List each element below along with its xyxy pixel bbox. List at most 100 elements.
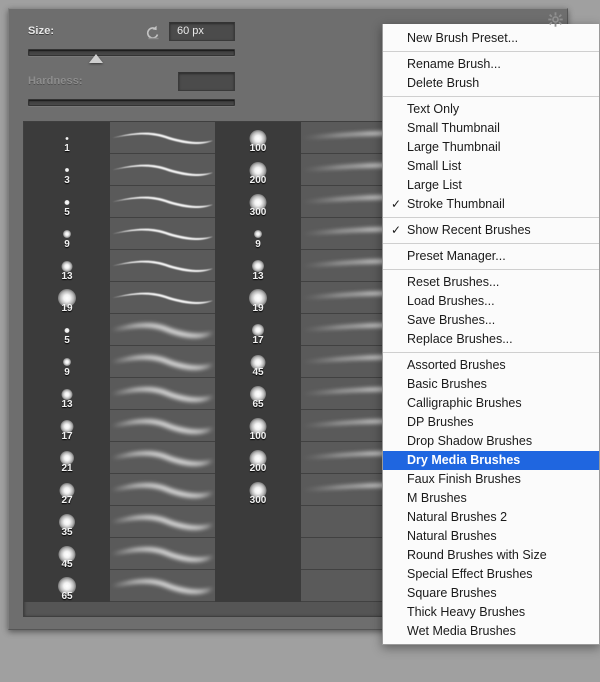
brush-stroke-cell[interactable]	[110, 186, 215, 218]
brush-tip-cell[interactable]: 9	[215, 218, 301, 250]
menu-item-natural-brushes[interactable]: Natural Brushes	[383, 527, 599, 546]
brush-flyout-menu[interactable]: New Brush Preset... Rename Brush... Delete…	[382, 24, 600, 645]
menu-item-basic-brushes[interactable]: Basic Brushes	[383, 375, 599, 394]
hardness-slider-track[interactable]	[28, 99, 235, 106]
menu-item-label: Small List	[407, 159, 462, 173]
size-slider-thumb[interactable]	[89, 54, 104, 63]
menu-item-stroke-thumbnail[interactable]: ✓ Stroke Thumbnail	[383, 195, 599, 214]
brush-stroke-cell[interactable]	[110, 218, 215, 250]
brush-tip-cell[interactable]: 13	[215, 250, 301, 282]
menu-item-label: New Brush Preset...	[407, 31, 519, 45]
menu-item-load-brushes[interactable]: Load Brushes...	[383, 292, 599, 311]
brush-size-label: 100	[249, 143, 267, 154]
brush-stroke-cell[interactable]	[110, 506, 215, 538]
brush-stroke-cell[interactable]	[110, 250, 215, 282]
menu-item-reset-brushes[interactable]: Reset Brushes...	[383, 273, 599, 292]
brush-size-label: 300	[249, 207, 267, 218]
menu-item-label: DP Brushes	[407, 415, 474, 429]
menu-item-special-effect-brushes[interactable]: Special Effect Brushes	[383, 565, 599, 584]
reset-arrow-icon[interactable]	[145, 24, 162, 41]
brush-stroke-preview	[112, 196, 213, 209]
menu-separator	[383, 51, 599, 52]
menu-item-small-list[interactable]: Small List	[383, 157, 599, 176]
brush-tip-cell[interactable]: 9	[24, 218, 110, 250]
brush-tip-cell[interactable]: 65	[215, 378, 301, 410]
brush-tip-cell[interactable]: 13	[24, 250, 110, 282]
menu-item-thick-heavy-brushes[interactable]: Thick Heavy Brushes	[383, 603, 599, 622]
brush-stroke-cell[interactable]	[110, 538, 215, 570]
menu-item-square-brushes[interactable]: Square Brushes	[383, 584, 599, 603]
brush-stroke-cell[interactable]	[110, 122, 215, 154]
brush-tip-cell[interactable]: 300	[215, 186, 301, 218]
menu-separator	[383, 243, 599, 244]
menu-item-small-thumbnail[interactable]: Small Thumbnail	[383, 119, 599, 138]
menu-item-large-list[interactable]: Large List	[383, 176, 599, 195]
brush-tip-cell[interactable]	[215, 570, 301, 602]
brush-tip-cell[interactable]: 100	[215, 122, 301, 154]
menu-item-save-brushes[interactable]: Save Brushes...	[383, 311, 599, 330]
menu-item-round-brushes-with-size[interactable]: Round Brushes with Size	[383, 546, 599, 565]
brush-stroke-cell[interactable]	[110, 410, 215, 442]
brush-stroke-cell[interactable]	[110, 154, 215, 186]
brush-tip-cell[interactable]: 3	[24, 154, 110, 186]
brush-tip-cell[interactable]: 17	[215, 314, 301, 346]
brush-tip-thumbnail	[65, 168, 69, 172]
menu-item-large-thumbnail[interactable]: Large Thumbnail	[383, 138, 599, 157]
hardness-input[interactable]	[178, 72, 235, 91]
brush-tip-cell[interactable]: 21	[24, 442, 110, 474]
menu-item-dp-brushes[interactable]: DP Brushes	[383, 413, 599, 432]
brush-tip-cell[interactable]: 300	[215, 474, 301, 506]
brush-tip-cell[interactable]: 19	[215, 282, 301, 314]
brush-stroke-cell[interactable]	[110, 474, 215, 506]
menu-item-label: Drop Shadow Brushes	[407, 434, 533, 448]
brush-tip-cell[interactable]	[215, 538, 301, 570]
menu-item-dry-media-brushes[interactable]: Dry Media Brushes	[383, 451, 599, 470]
brush-tip-cell[interactable]: 1	[24, 122, 110, 154]
brush-stroke-preview	[112, 323, 213, 338]
brush-tip-cell[interactable]: 5	[24, 314, 110, 346]
gear-icon[interactable]	[548, 12, 563, 27]
brush-tip-cell[interactable]: 65	[24, 570, 110, 602]
menu-item-text-only[interactable]: Text Only	[383, 100, 599, 119]
brush-stroke-cell[interactable]	[110, 570, 215, 602]
brush-tip-cell[interactable]: 200	[215, 442, 301, 474]
brush-tip-cell[interactable]: 27	[24, 474, 110, 506]
brush-stroke-preview	[112, 419, 213, 434]
menu-item-label: Reset Brushes...	[407, 275, 500, 289]
brush-tip-cell[interactable]: 100	[215, 410, 301, 442]
menu-item-assorted-brushes[interactable]: Assorted Brushes	[383, 356, 599, 375]
menu-item-show-recent-brushes[interactable]: ✓ Show Recent Brushes	[383, 221, 599, 240]
brush-stroke-cell[interactable]	[110, 442, 215, 474]
menu-item-label: Replace Brushes...	[407, 332, 513, 346]
brush-stroke-cell[interactable]	[110, 282, 215, 314]
brush-tip-cell[interactable]: 35	[24, 506, 110, 538]
menu-item-calligraphic-brushes[interactable]: Calligraphic Brushes	[383, 394, 599, 413]
menu-item-drop-shadow-brushes[interactable]: Drop Shadow Brushes	[383, 432, 599, 451]
menu-item-replace-brushes[interactable]: Replace Brushes...	[383, 330, 599, 349]
brush-tip-cell[interactable]: 19	[24, 282, 110, 314]
menu-item-preset-manager[interactable]: Preset Manager...	[383, 247, 599, 266]
brush-tip-cell[interactable]: 5	[24, 186, 110, 218]
menu-item-delete-brush[interactable]: Delete Brush	[383, 74, 599, 93]
menu-item-faux-finish-brushes[interactable]: Faux Finish Brushes	[383, 470, 599, 489]
menu-item-natural-brushes-2[interactable]: Natural Brushes 2	[383, 508, 599, 527]
menu-item-label: Load Brushes...	[407, 294, 495, 308]
size-input[interactable]: 60 px	[169, 22, 235, 41]
size-slider-track[interactable]	[28, 49, 235, 56]
brush-stroke-cell[interactable]	[110, 378, 215, 410]
brush-stroke-cell[interactable]	[110, 346, 215, 378]
brush-tip-cell[interactable]: 45	[215, 346, 301, 378]
brush-tip-cell[interactable]: 17	[24, 410, 110, 442]
brush-tip-cell[interactable]: 9	[24, 346, 110, 378]
brush-stroke-cell[interactable]	[110, 314, 215, 346]
menu-item-wet-media-brushes[interactable]: Wet Media Brushes	[383, 622, 599, 641]
brush-stroke-preview	[112, 579, 213, 594]
brush-tip-cell[interactable]: 13	[24, 378, 110, 410]
brush-tip-cell[interactable]: 200	[215, 154, 301, 186]
menu-item-new-brush-preset[interactable]: New Brush Preset...	[383, 29, 599, 48]
brush-stroke-preview	[112, 228, 213, 241]
menu-item-m-brushes[interactable]: M Brushes	[383, 489, 599, 508]
brush-tip-cell[interactable]	[215, 506, 301, 538]
brush-tip-cell[interactable]: 45	[24, 538, 110, 570]
menu-item-rename-brush[interactable]: Rename Brush...	[383, 55, 599, 74]
